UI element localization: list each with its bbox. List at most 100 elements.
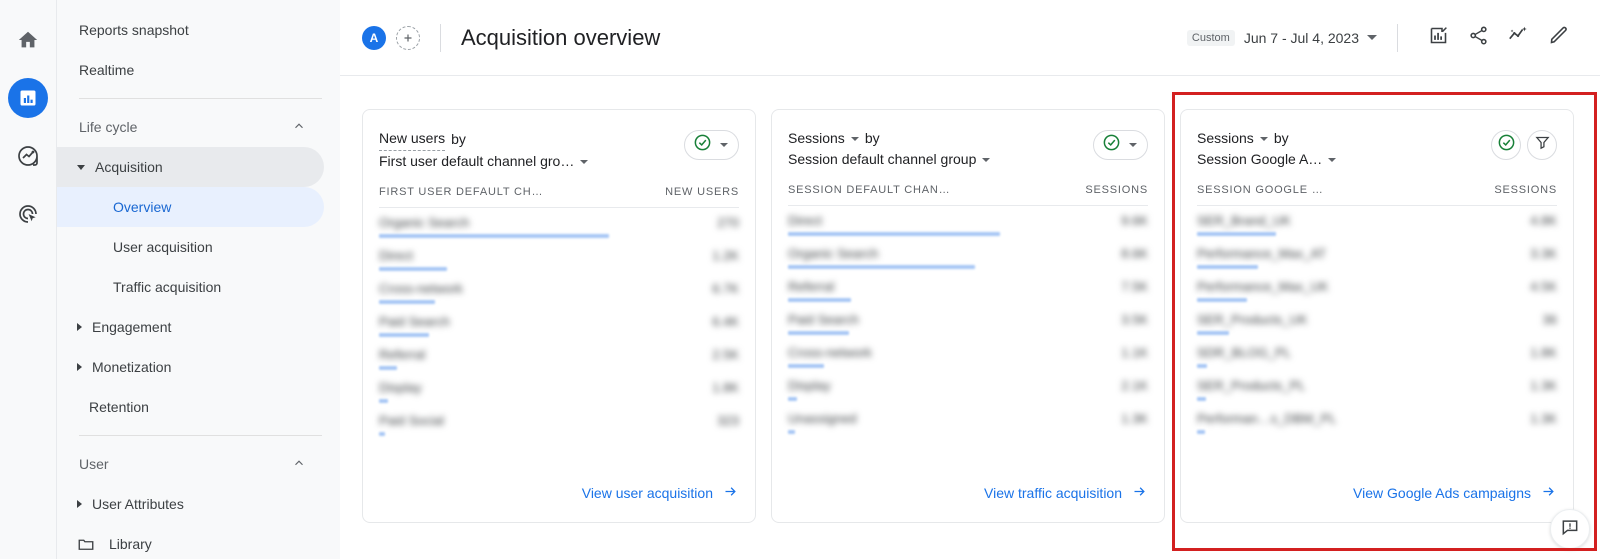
- sidebar-item-realtime[interactable]: Realtime: [57, 50, 324, 90]
- feedback-button[interactable]: [1550, 509, 1590, 549]
- avatar[interactable]: A: [362, 25, 386, 50]
- data-quality-chip[interactable]: [1491, 130, 1521, 160]
- chevron-down-icon[interactable]: [1259, 136, 1268, 141]
- table-row[interactable]: SDR_BLOG_PL 1.8K: [1197, 342, 1557, 375]
- sidebar-item-user-acquisition[interactable]: User acquisition: [57, 227, 324, 267]
- row-bar: [379, 234, 610, 238]
- card-metric-line[interactable]: Sessions by: [788, 128, 1093, 149]
- table-row[interactable]: Cross-network 6.7K: [379, 278, 739, 311]
- cards-row: New users by First user default channel …: [340, 109, 1600, 523]
- chevron-down-icon[interactable]: [1129, 143, 1137, 147]
- filter-funnel-icon: [1534, 134, 1551, 156]
- chevron-down-icon[interactable]: [1328, 157, 1337, 162]
- filter-button[interactable]: [1527, 130, 1557, 160]
- table-row[interactable]: Display 1.8K: [379, 377, 739, 410]
- row-metric-value: 1.3K: [1530, 411, 1557, 426]
- card-metric-line[interactable]: Sessions by: [1197, 128, 1491, 149]
- sidebar-section-life-cycle[interactable]: Life cycle: [57, 107, 324, 147]
- sidebar-item-traffic-acquisition[interactable]: Traffic acquisition: [57, 267, 324, 307]
- table-row[interactable]: SER_Products_PL 1.3K: [1197, 375, 1557, 408]
- rail-item-home[interactable]: [8, 20, 48, 60]
- sidebar-item-engagement[interactable]: Engagement: [57, 307, 324, 347]
- row-metric-value: 3.5K: [1121, 312, 1148, 327]
- table-row[interactable]: Paid Search 6.4K: [379, 311, 739, 344]
- caret-right-icon[interactable]: [77, 323, 82, 331]
- card-dimension-line[interactable]: Session Google A…: [1197, 149, 1491, 170]
- topbar-divider-2: [1397, 23, 1398, 52]
- caret-down-icon[interactable]: [77, 164, 85, 170]
- share-button[interactable]: [1462, 22, 1494, 54]
- caret-right-icon[interactable]: [77, 500, 82, 508]
- table-row[interactable]: SER_Brand_UK 4.8K: [1197, 210, 1557, 243]
- insights-icon: [1428, 25, 1449, 51]
- row-dimension-value: Direct: [379, 248, 413, 263]
- footer-link-label: View Google Ads campaigns: [1353, 485, 1531, 501]
- row-bar: [1197, 397, 1206, 401]
- sidebar-item-reports-snapshot[interactable]: Reports snapshot: [57, 10, 324, 50]
- sidebar-item-overview[interactable]: Overview: [57, 187, 324, 227]
- row-dimension-value: SER_Products_UK: [1197, 312, 1308, 327]
- table-row[interactable]: Direct 1.2K: [379, 245, 739, 278]
- card-dimension-line[interactable]: First user default channel gro…: [379, 151, 684, 172]
- table-row[interactable]: Organic Search 8.6K: [788, 243, 1148, 276]
- card-column-headers: SESSION GOOGLE … SESSIONS: [1197, 184, 1557, 206]
- data-quality-chip[interactable]: [1093, 130, 1148, 160]
- table-row[interactable]: Performance_Max_UK 4.5K: [1197, 276, 1557, 309]
- sidebar-item-label: Reports snapshot: [79, 22, 189, 38]
- card-dimension-line[interactable]: Session default channel group: [788, 149, 1093, 170]
- sidebar: Reports snapshot Realtime Life cycle Acq…: [57, 0, 340, 559]
- comparisons-button[interactable]: [1502, 22, 1534, 54]
- data-quality-chip[interactable]: [684, 130, 739, 160]
- table-row[interactable]: Referral 7.5K: [788, 276, 1148, 309]
- date-range-picker[interactable]: Jun 7 - Jul 4, 2023: [1244, 30, 1377, 46]
- row-dimension-value: Cross-network: [788, 345, 872, 360]
- row-dimension-value: Direct: [788, 213, 822, 228]
- card-rows: Organic Search 270 Direct 1.2K Cross-net…: [379, 212, 739, 443]
- row-dimension-value: Referral: [788, 279, 835, 294]
- table-row[interactable]: Performan…s_DBM_PL 1.3K: [1197, 408, 1557, 441]
- card-metric-line: New users by: [379, 128, 684, 151]
- sidebar-item-library[interactable]: Library: [57, 524, 324, 559]
- row-bar: [1197, 331, 1230, 335]
- sidebar-item-label: User Attributes: [92, 496, 184, 512]
- chevron-down-icon[interactable]: [982, 157, 991, 162]
- view-traffic-acquisition-link[interactable]: View traffic acquisition: [984, 484, 1148, 502]
- sidebar-item-user-attributes[interactable]: User Attributes: [57, 484, 324, 524]
- row-dimension-value: Cross-network: [379, 281, 463, 296]
- chevron-down-icon[interactable]: [850, 136, 859, 141]
- sidebar-item-acquisition[interactable]: Acquisition: [57, 147, 324, 187]
- table-row[interactable]: Direct 9.6K: [788, 210, 1148, 243]
- sidebar-item-retention[interactable]: Retention: [57, 387, 324, 427]
- rail-item-reports[interactable]: [8, 78, 48, 118]
- insights-button[interactable]: [1422, 22, 1454, 54]
- row-dimension-value: Referral: [379, 347, 426, 362]
- column-header-metric: SESSIONS: [1494, 184, 1557, 196]
- table-row[interactable]: Paid Search 3.5K: [788, 309, 1148, 342]
- sidebar-item-monetization[interactable]: Monetization: [57, 347, 324, 387]
- add-comparison-button[interactable]: [396, 25, 420, 50]
- rail-item-advertising[interactable]: [8, 194, 48, 234]
- table-row[interactable]: Display 2.1K: [788, 375, 1148, 408]
- caret-right-icon[interactable]: [77, 363, 82, 371]
- table-row[interactable]: Unassigned 1.3K: [788, 408, 1148, 441]
- sidebar-item-label: Realtime: [79, 62, 135, 78]
- customize-report-button[interactable]: [1542, 22, 1574, 54]
- row-dimension-value: Paid Social: [379, 413, 445, 428]
- sidebar-section-user[interactable]: User: [57, 444, 324, 484]
- table-row[interactable]: SER_Products_UK 36: [1197, 309, 1557, 342]
- table-row[interactable]: Performance_Max_AT 3.3K: [1197, 243, 1557, 276]
- reports-icon: [18, 88, 38, 108]
- chevron-down-icon[interactable]: [720, 143, 728, 147]
- row-bar: [1197, 232, 1277, 236]
- chevron-down-icon[interactable]: [580, 159, 589, 164]
- table-row[interactable]: Paid Social 323: [379, 410, 739, 443]
- table-row[interactable]: Organic Search 270: [379, 212, 739, 245]
- sidebar-item-label: Acquisition: [95, 159, 163, 175]
- table-row[interactable]: Cross-network 1.1K: [788, 342, 1148, 375]
- view-user-acquisition-link[interactable]: View user acquisition: [582, 484, 739, 502]
- rail-item-explore[interactable]: [8, 136, 48, 176]
- footer-link-label: View traffic acquisition: [984, 485, 1122, 501]
- view-google-ads-campaigns-link[interactable]: View Google Ads campaigns: [1353, 484, 1557, 502]
- column-header-metric: SESSIONS: [1085, 184, 1148, 196]
- table-row[interactable]: Referral 2.5K: [379, 344, 739, 377]
